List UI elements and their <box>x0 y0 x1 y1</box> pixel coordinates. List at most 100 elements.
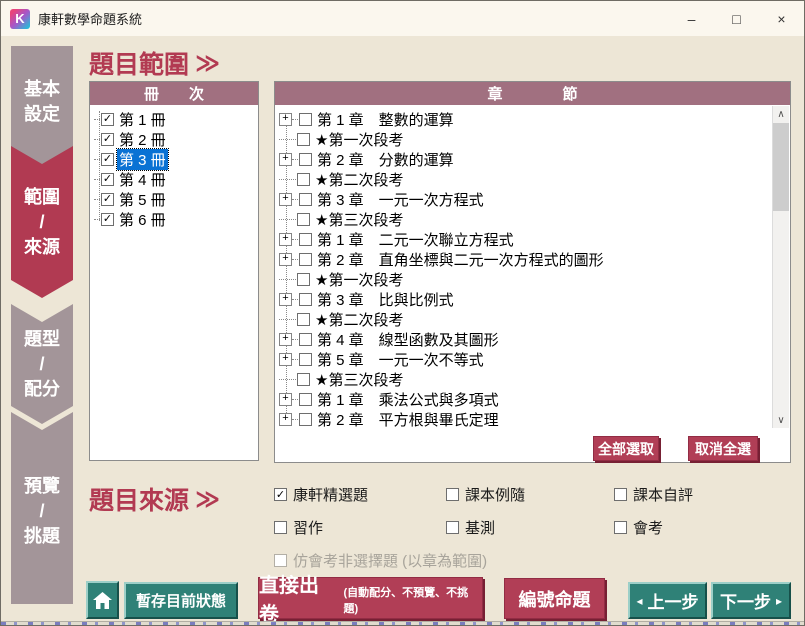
checkbox[interactable] <box>297 273 310 286</box>
chapter-tree-item[interactable]: ★第一次段考 <box>275 129 773 149</box>
source-option[interactable]: 會考 <box>614 517 663 538</box>
checkbox[interactable] <box>299 253 312 266</box>
source-option[interactable]: 習作 <box>274 517 323 538</box>
checkbox[interactable] <box>101 113 114 126</box>
source-option-label[interactable]: 課本例隨 <box>465 484 525 505</box>
chapter-label[interactable]: 第 5 章 一元一次不等式 <box>317 349 484 370</box>
chapter-label[interactable]: ★第一次段考 <box>315 129 403 150</box>
sidebar-item-scope-source[interactable]: 範圍 / 來源 <box>11 146 73 298</box>
checkbox[interactable] <box>299 233 312 246</box>
chapter-label[interactable]: 第 3 章 一元一次方程式 <box>317 189 484 210</box>
checkbox[interactable] <box>297 313 310 326</box>
volume-item[interactable]: 第 6 冊 <box>90 209 258 229</box>
source-option[interactable]: 課本自評 <box>614 484 693 505</box>
previous-step-button[interactable]: ◂ 上一步 <box>628 582 707 619</box>
chapter-tree-item[interactable]: ★第三次段考 <box>275 209 773 229</box>
source-option[interactable]: 課本例隨 <box>446 484 525 505</box>
numbered-question-button[interactable]: 編號命題 <box>504 578 605 619</box>
checkbox[interactable] <box>446 521 459 534</box>
chapter-label[interactable]: ★第一次段考 <box>315 269 403 290</box>
chapter-label[interactable]: 第 1 章 乘法公式與多項式 <box>317 389 499 410</box>
checkbox[interactable] <box>297 373 310 386</box>
volume-label[interactable]: 第 1 冊 <box>119 109 166 130</box>
volume-item[interactable]: 第 2 冊 <box>90 129 258 149</box>
scroll-up-icon[interactable]: ∧ <box>773 106 789 122</box>
chapter-tree-item[interactable]: 第 2 章 直角坐標與二元一次方程式的圖形 <box>275 249 773 269</box>
expand-plus-icon[interactable] <box>279 393 292 406</box>
chapter-tree-item[interactable]: 第 1 章 二元一次聯立方程式 <box>275 229 773 249</box>
source-option-label[interactable]: 基測 <box>465 517 495 538</box>
checkbox[interactable] <box>299 293 312 306</box>
expand-plus-icon[interactable] <box>279 193 292 206</box>
volume-item[interactable]: 第 3 冊 <box>90 149 258 169</box>
checkbox[interactable] <box>297 173 310 186</box>
deselect-all-button[interactable]: 取消全選 <box>688 436 758 461</box>
checkbox[interactable] <box>299 153 312 166</box>
chapter-label[interactable]: 第 3 章 比與比例式 <box>317 289 454 310</box>
chapter-label[interactable]: 第 2 章 直角坐標與二元一次方程式的圖形 <box>317 249 604 270</box>
chapter-label[interactable]: 第 1 章 整數的運算 <box>317 109 454 130</box>
volume-item[interactable]: 第 5 冊 <box>90 189 258 209</box>
volume-label[interactable]: 第 2 冊 <box>119 129 166 150</box>
checkbox[interactable] <box>614 521 627 534</box>
chapter-label[interactable]: 第 2 章 分數的運算 <box>317 149 454 170</box>
chapter-tree-item[interactable]: ★第二次段考 <box>275 169 773 189</box>
chapter-tree-item[interactable]: 第 2 章 分數的運算 <box>275 149 773 169</box>
checkbox[interactable] <box>274 488 287 501</box>
expand-plus-icon[interactable] <box>279 233 292 246</box>
chapter-label[interactable]: 第 2 章 平方根與畢氏定理 <box>317 409 499 430</box>
expand-plus-icon[interactable] <box>279 353 292 366</box>
expand-plus-icon[interactable] <box>279 293 292 306</box>
checkbox[interactable] <box>299 333 312 346</box>
source-option-label[interactable]: 課本自評 <box>633 484 693 505</box>
direct-output-button[interactable]: 直接出卷 (自動配分、不預覽、不挑題) <box>258 577 483 619</box>
maximize-button[interactable]: □ <box>714 1 759 36</box>
volume-label[interactable]: 第 5 冊 <box>119 189 166 210</box>
chapter-label[interactable]: ★第三次段考 <box>315 209 403 230</box>
home-button[interactable] <box>86 581 119 619</box>
checkbox[interactable] <box>299 393 312 406</box>
expand-plus-icon[interactable] <box>279 413 292 426</box>
chapter-tree-item[interactable]: ★第三次段考 <box>275 369 773 389</box>
checkbox[interactable] <box>614 488 627 501</box>
checkbox[interactable] <box>101 193 114 206</box>
volume-item[interactable]: 第 1 冊 <box>90 109 258 129</box>
chapter-label[interactable]: 第 1 章 二元一次聯立方程式 <box>317 229 514 250</box>
checkbox[interactable] <box>274 521 287 534</box>
chapter-tree-item[interactable]: ★第二次段考 <box>275 309 773 329</box>
scroll-down-icon[interactable]: ∨ <box>773 412 789 428</box>
chapter-tree-item[interactable]: ★第一次段考 <box>275 269 773 289</box>
checkbox[interactable] <box>101 173 114 186</box>
source-option-label[interactable]: 會考 <box>633 517 663 538</box>
checkbox[interactable] <box>297 213 310 226</box>
close-button[interactable]: × <box>759 1 804 36</box>
chapter-label[interactable]: 第 4 章 線型函數及其圖形 <box>317 329 499 350</box>
checkbox[interactable] <box>446 488 459 501</box>
scrollbar-thumb[interactable] <box>773 123 789 211</box>
checkbox[interactable] <box>101 133 114 146</box>
volume-label[interactable]: 第 6 冊 <box>119 209 166 230</box>
expand-plus-icon[interactable] <box>279 153 292 166</box>
checkbox[interactable] <box>299 113 312 126</box>
volume-label[interactable]: 第 4 冊 <box>119 169 166 190</box>
save-state-button[interactable]: 暫存目前狀態 <box>124 582 238 619</box>
sidebar-item-preview-pick[interactable]: 預覽 / 挑題 <box>11 412 73 604</box>
checkbox[interactable] <box>101 213 114 226</box>
next-step-button[interactable]: 下一步 ▸ <box>711 582 791 619</box>
source-option-label[interactable]: 康軒精選題 <box>293 484 368 505</box>
checkbox[interactable] <box>299 193 312 206</box>
chapter-label[interactable]: ★第二次段考 <box>315 309 403 330</box>
chapter-tree-item[interactable]: 第 4 章 線型函數及其圖形 <box>275 329 773 349</box>
checkbox[interactable] <box>297 133 310 146</box>
select-all-button[interactable]: 全部選取 <box>593 436 659 461</box>
chapter-tree-item[interactable]: 第 3 章 比與比例式 <box>275 289 773 309</box>
chapter-label[interactable]: ★第三次段考 <box>315 369 403 390</box>
checkbox[interactable] <box>101 153 114 166</box>
chapter-tree-item[interactable]: 第 1 章 乘法公式與多項式 <box>275 389 773 409</box>
chapter-tree-item[interactable]: 第 2 章 平方根與畢氏定理 <box>275 409 773 429</box>
sidebar-item-question-types[interactable]: 題型 / 配分 <box>11 304 73 424</box>
checkbox[interactable] <box>299 413 312 426</box>
chapter-scrollbar[interactable]: ∧ ∨ <box>772 106 789 428</box>
expand-plus-icon[interactable] <box>279 113 292 126</box>
volume-label[interactable]: 第 3 冊 <box>117 149 168 170</box>
